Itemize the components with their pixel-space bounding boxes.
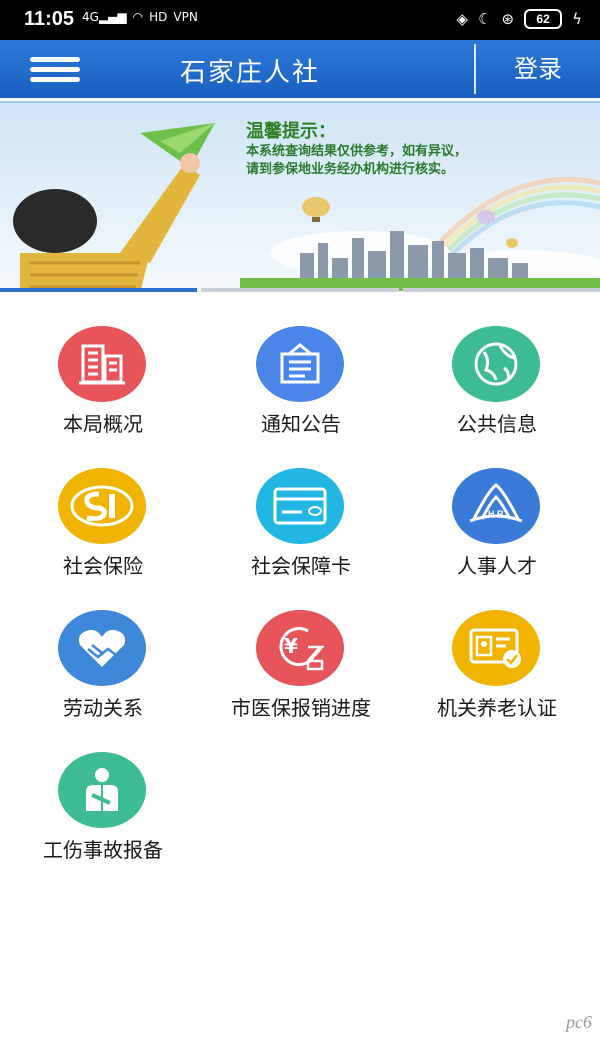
grid-item-social-security-card[interactable]: 社会保障卡 bbox=[198, 452, 398, 582]
nfc-icon: ◈ bbox=[456, 10, 469, 28]
grid-label: 本局概况 bbox=[63, 412, 143, 436]
grid-item-public-info[interactable]: 公共信息 bbox=[394, 310, 594, 440]
carousel-dot-2[interactable] bbox=[201, 288, 399, 292]
signal-icon: 4G▂▄▆ bbox=[82, 10, 127, 24]
carousel-dot-3[interactable] bbox=[402, 288, 600, 292]
social-insurance-logo-icon bbox=[58, 468, 146, 544]
card-icon bbox=[256, 468, 344, 544]
svg-text:¥: ¥ bbox=[284, 634, 298, 658]
grid-item-work-injury-report[interactable]: 工伤事故报备 bbox=[0, 736, 200, 866]
status-bar: 11:05 4G▂▄▆ ◠ HD VPN ◈ ☾ ⊛ 62 ϟ bbox=[0, 0, 600, 40]
grid-label: 劳动关系 bbox=[63, 696, 143, 720]
carousel-dot-1[interactable] bbox=[0, 288, 198, 292]
grid-label: 人事人才 bbox=[457, 554, 537, 578]
grid-item-bureau-overview[interactable]: 本局概况 bbox=[0, 310, 200, 440]
wifi-icon: ◠ bbox=[132, 10, 144, 24]
notice-line-1: 本系统查询结果仅供参考，如有异议， bbox=[246, 144, 468, 159]
notice-title: 温馨提示： bbox=[246, 121, 336, 142]
notice-line-2: 请到参保地业务经办机构进行核实。 bbox=[246, 162, 455, 177]
grid-item-pension-certification[interactable]: 机关养老认证 bbox=[394, 594, 594, 724]
vpn-icon: VPN bbox=[173, 10, 198, 24]
grid-label: 通知公告 bbox=[261, 412, 341, 436]
watermark-logo: pc6 bbox=[566, 1012, 592, 1032]
grid-item-social-insurance[interactable]: 社会保险 bbox=[0, 452, 200, 582]
login-button[interactable]: 登录 bbox=[476, 40, 600, 98]
charging-icon: ϟ bbox=[572, 10, 582, 28]
handshake-heart-icon bbox=[58, 610, 146, 686]
grid-item-medical-reimbursement-progress[interactable]: ¥ 市医保报销进度 bbox=[198, 594, 398, 724]
grid-label: 社会保险 bbox=[63, 554, 143, 578]
banner-carousel[interactable]: 温馨提示： 本系统查询结果仅供参考，如有异议， 请到参保地业务经办机构进行核实。 bbox=[0, 101, 600, 291]
notice-board-icon bbox=[256, 326, 344, 402]
grid-label: 市医保报销进度 bbox=[231, 696, 371, 720]
moon-icon: ☾ bbox=[478, 10, 492, 28]
banner-notice: 温馨提示： 本系统查询结果仅供参考，如有异议， 请到参保地业务经办机构进行核实。 bbox=[246, 117, 586, 179]
hr-icon: H R bbox=[452, 468, 540, 544]
injured-person-icon bbox=[58, 752, 146, 828]
id-card-check-icon bbox=[452, 610, 540, 686]
lock-rotation-icon: ⊛ bbox=[501, 10, 515, 28]
grid-item-hr-talent[interactable]: H R 人事人才 bbox=[394, 452, 594, 582]
page-title: 石家庄人社 bbox=[179, 58, 320, 88]
grid-item-labor-relations[interactable]: 劳动关系 bbox=[0, 594, 200, 724]
grid-label: 公共信息 bbox=[457, 412, 537, 436]
hd-label: HD bbox=[149, 10, 168, 24]
battery-icon: 62 bbox=[524, 9, 563, 29]
grid-item-notices[interactable]: 通知公告 bbox=[198, 310, 398, 440]
grid-label: 社会保障卡 bbox=[251, 554, 351, 578]
globe-icon bbox=[452, 326, 540, 402]
yuan-hourglass-icon: ¥ bbox=[256, 610, 344, 686]
status-time: 11:05 bbox=[24, 8, 75, 30]
grid-label: 工伤事故报备 bbox=[43, 838, 163, 862]
carousel-indicator bbox=[0, 288, 600, 294]
grid-label: 机关养老认证 bbox=[437, 696, 557, 720]
building-icon bbox=[58, 326, 146, 402]
battery-level: 62 bbox=[536, 12, 550, 26]
svg-text:H R: H R bbox=[488, 509, 504, 519]
app-header: 石家庄人社 登录 bbox=[0, 40, 600, 98]
